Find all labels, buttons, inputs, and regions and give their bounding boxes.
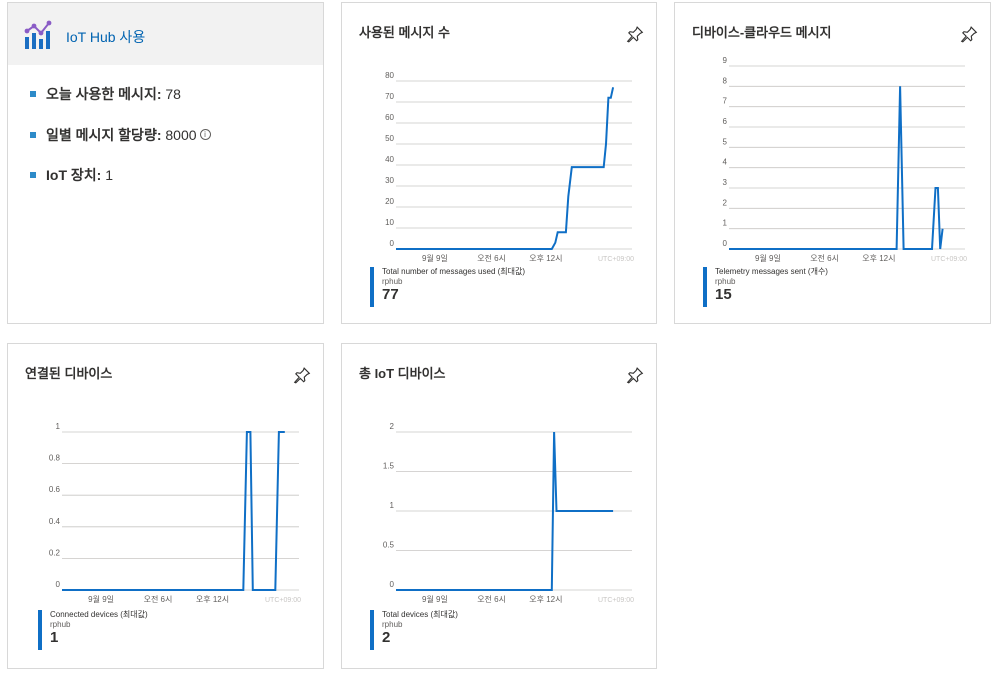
y-tick-label: 1	[56, 422, 61, 431]
usage-tile-header	[8, 3, 323, 65]
y-tick-label: 0	[56, 580, 61, 589]
y-tick-label: 1.5	[383, 462, 395, 471]
chart-legend[interactable]: Connected devices (최대값) rphub 1	[38, 610, 148, 650]
x-tick-label: 9월 9일	[755, 253, 781, 263]
y-tick-label: 40	[385, 155, 394, 164]
x-tick-label: 오후 12시	[529, 254, 562, 263]
y-tick-label: 1	[723, 219, 728, 228]
y-tick-label: 10	[385, 218, 394, 227]
usage-item-iot-devices: IoT 장치: 1	[30, 166, 211, 207]
y-tick-label: 0	[390, 580, 395, 589]
y-tick-label: 0.5	[383, 541, 395, 550]
messages-used-tile[interactable]: 사용된 메시지 수 80 70 60 50 40 30 20 10 0 9월 9일 오전 6시 오후 1…	[341, 2, 657, 324]
y-tick-label: 80	[385, 71, 394, 80]
legend-metric-name: Total number of messages used (최대값)	[382, 267, 526, 276]
y-tick-label: 50	[385, 134, 394, 143]
timezone-label: UTC+09:00	[931, 256, 967, 263]
legend-value: 2	[382, 629, 391, 646]
legend-value: 15	[715, 286, 732, 303]
x-tick-label: 오전 6시	[477, 253, 506, 263]
y-tick-label: 6	[723, 117, 728, 126]
chart-legend[interactable]: Telemetry messages sent (개수) rphub 15	[703, 267, 828, 307]
legend-resource: rphub	[715, 277, 736, 286]
y-tick-label: 0	[390, 239, 395, 248]
usage-item-daily-quota: 일별 메시지 할당량: 8000 i	[30, 126, 211, 167]
timezone-label: UTC+09:00	[598, 256, 634, 263]
legend-resource: rphub	[382, 620, 403, 629]
series-line[interactable]	[396, 87, 615, 250]
x-tick-label: 오전 6시	[144, 594, 173, 604]
x-tick-label: 오후 12시	[862, 254, 895, 263]
legend-resource: rphub	[382, 277, 403, 286]
chart-legend[interactable]: Total number of messages used (최대값) rphub…	[370, 267, 525, 307]
y-tick-label: 5	[723, 137, 728, 146]
y-tick-label: 0	[723, 239, 728, 248]
y-tick-label: 4	[723, 158, 728, 167]
y-tick-label: 7	[723, 97, 728, 106]
y-tick-label: 2	[723, 198, 728, 207]
d2c-messages-tile[interactable]: 디바이스-클라우드 메시지 9 8 7 6 5 4 3 2 1 0 9월 9일 오전 6시 오후 12시 U…	[674, 2, 991, 324]
legend-metric-name: Total devices (최대값)	[382, 610, 458, 619]
x-tick-label: 오후 12시	[529, 595, 562, 604]
x-tick-label: 9월 9일	[422, 594, 448, 604]
legend-metric-name: Telemetry messages sent (개수)	[715, 267, 828, 276]
y-tick-label: 3	[723, 178, 728, 187]
timezone-label: UTC+09:00	[598, 597, 634, 604]
iot-hub-usage-tile[interactable]: IoT Hub 사용 오늘 사용한 메시지: 78 일별 메시지 할당량: 80…	[7, 2, 324, 324]
iot-hub-chart-icon	[24, 20, 52, 49]
y-tick-label: 30	[385, 176, 394, 185]
y-tick-label: 8	[723, 76, 728, 85]
y-tick-label: 0.6	[49, 485, 61, 494]
y-tick-label: 20	[385, 197, 394, 206]
connected-devices-tile[interactable]: 연결된 디바이스 1 0.8 0.6 0.4 0.2 0 9월 9일 오전 6시 오후 12시 UT…	[7, 343, 324, 669]
x-tick-label: 오전 6시	[810, 253, 839, 263]
x-tick-label: 오전 6시	[477, 594, 506, 604]
series-line[interactable]	[62, 431, 285, 591]
y-tick-label: 60	[385, 113, 394, 122]
y-tick-label: 1	[390, 501, 395, 510]
y-tick-label: 0.8	[49, 454, 61, 463]
legend-metric-name: Connected devices (최대값)	[50, 610, 148, 619]
timezone-label: UTC+09:00	[265, 597, 301, 604]
chart-legend[interactable]: Total devices (최대값) rphub 2	[370, 610, 458, 650]
y-tick-label: 2	[390, 422, 395, 431]
info-icon[interactable]: i	[199, 129, 211, 141]
legend-value: 77	[382, 286, 399, 303]
usage-stats-list: 오늘 사용한 메시지: 78 일별 메시지 할당량: 8000 i IoT 장치:…	[30, 85, 211, 207]
x-tick-label: 9월 9일	[422, 253, 448, 263]
y-tick-label: 0.4	[49, 517, 61, 526]
usage-item-messages-today: 오늘 사용한 메시지: 78	[30, 85, 211, 126]
legend-value: 1	[50, 629, 59, 646]
total-devices-tile[interactable]: 총 IoT 디바이스 2 1.5 1 0.5 0 9월 9일 오전 6시 오후 12시 UTC+0…	[341, 343, 657, 669]
legend-resource: rphub	[50, 620, 71, 629]
x-tick-label: 오후 12시	[196, 595, 229, 604]
y-tick-label: 0.2	[49, 548, 61, 557]
usage-tile-title[interactable]: IoT Hub 사용	[66, 27, 145, 47]
x-tick-label: 9월 9일	[88, 594, 114, 604]
y-tick-label: 9	[723, 56, 728, 65]
y-tick-label: 70	[385, 92, 394, 101]
